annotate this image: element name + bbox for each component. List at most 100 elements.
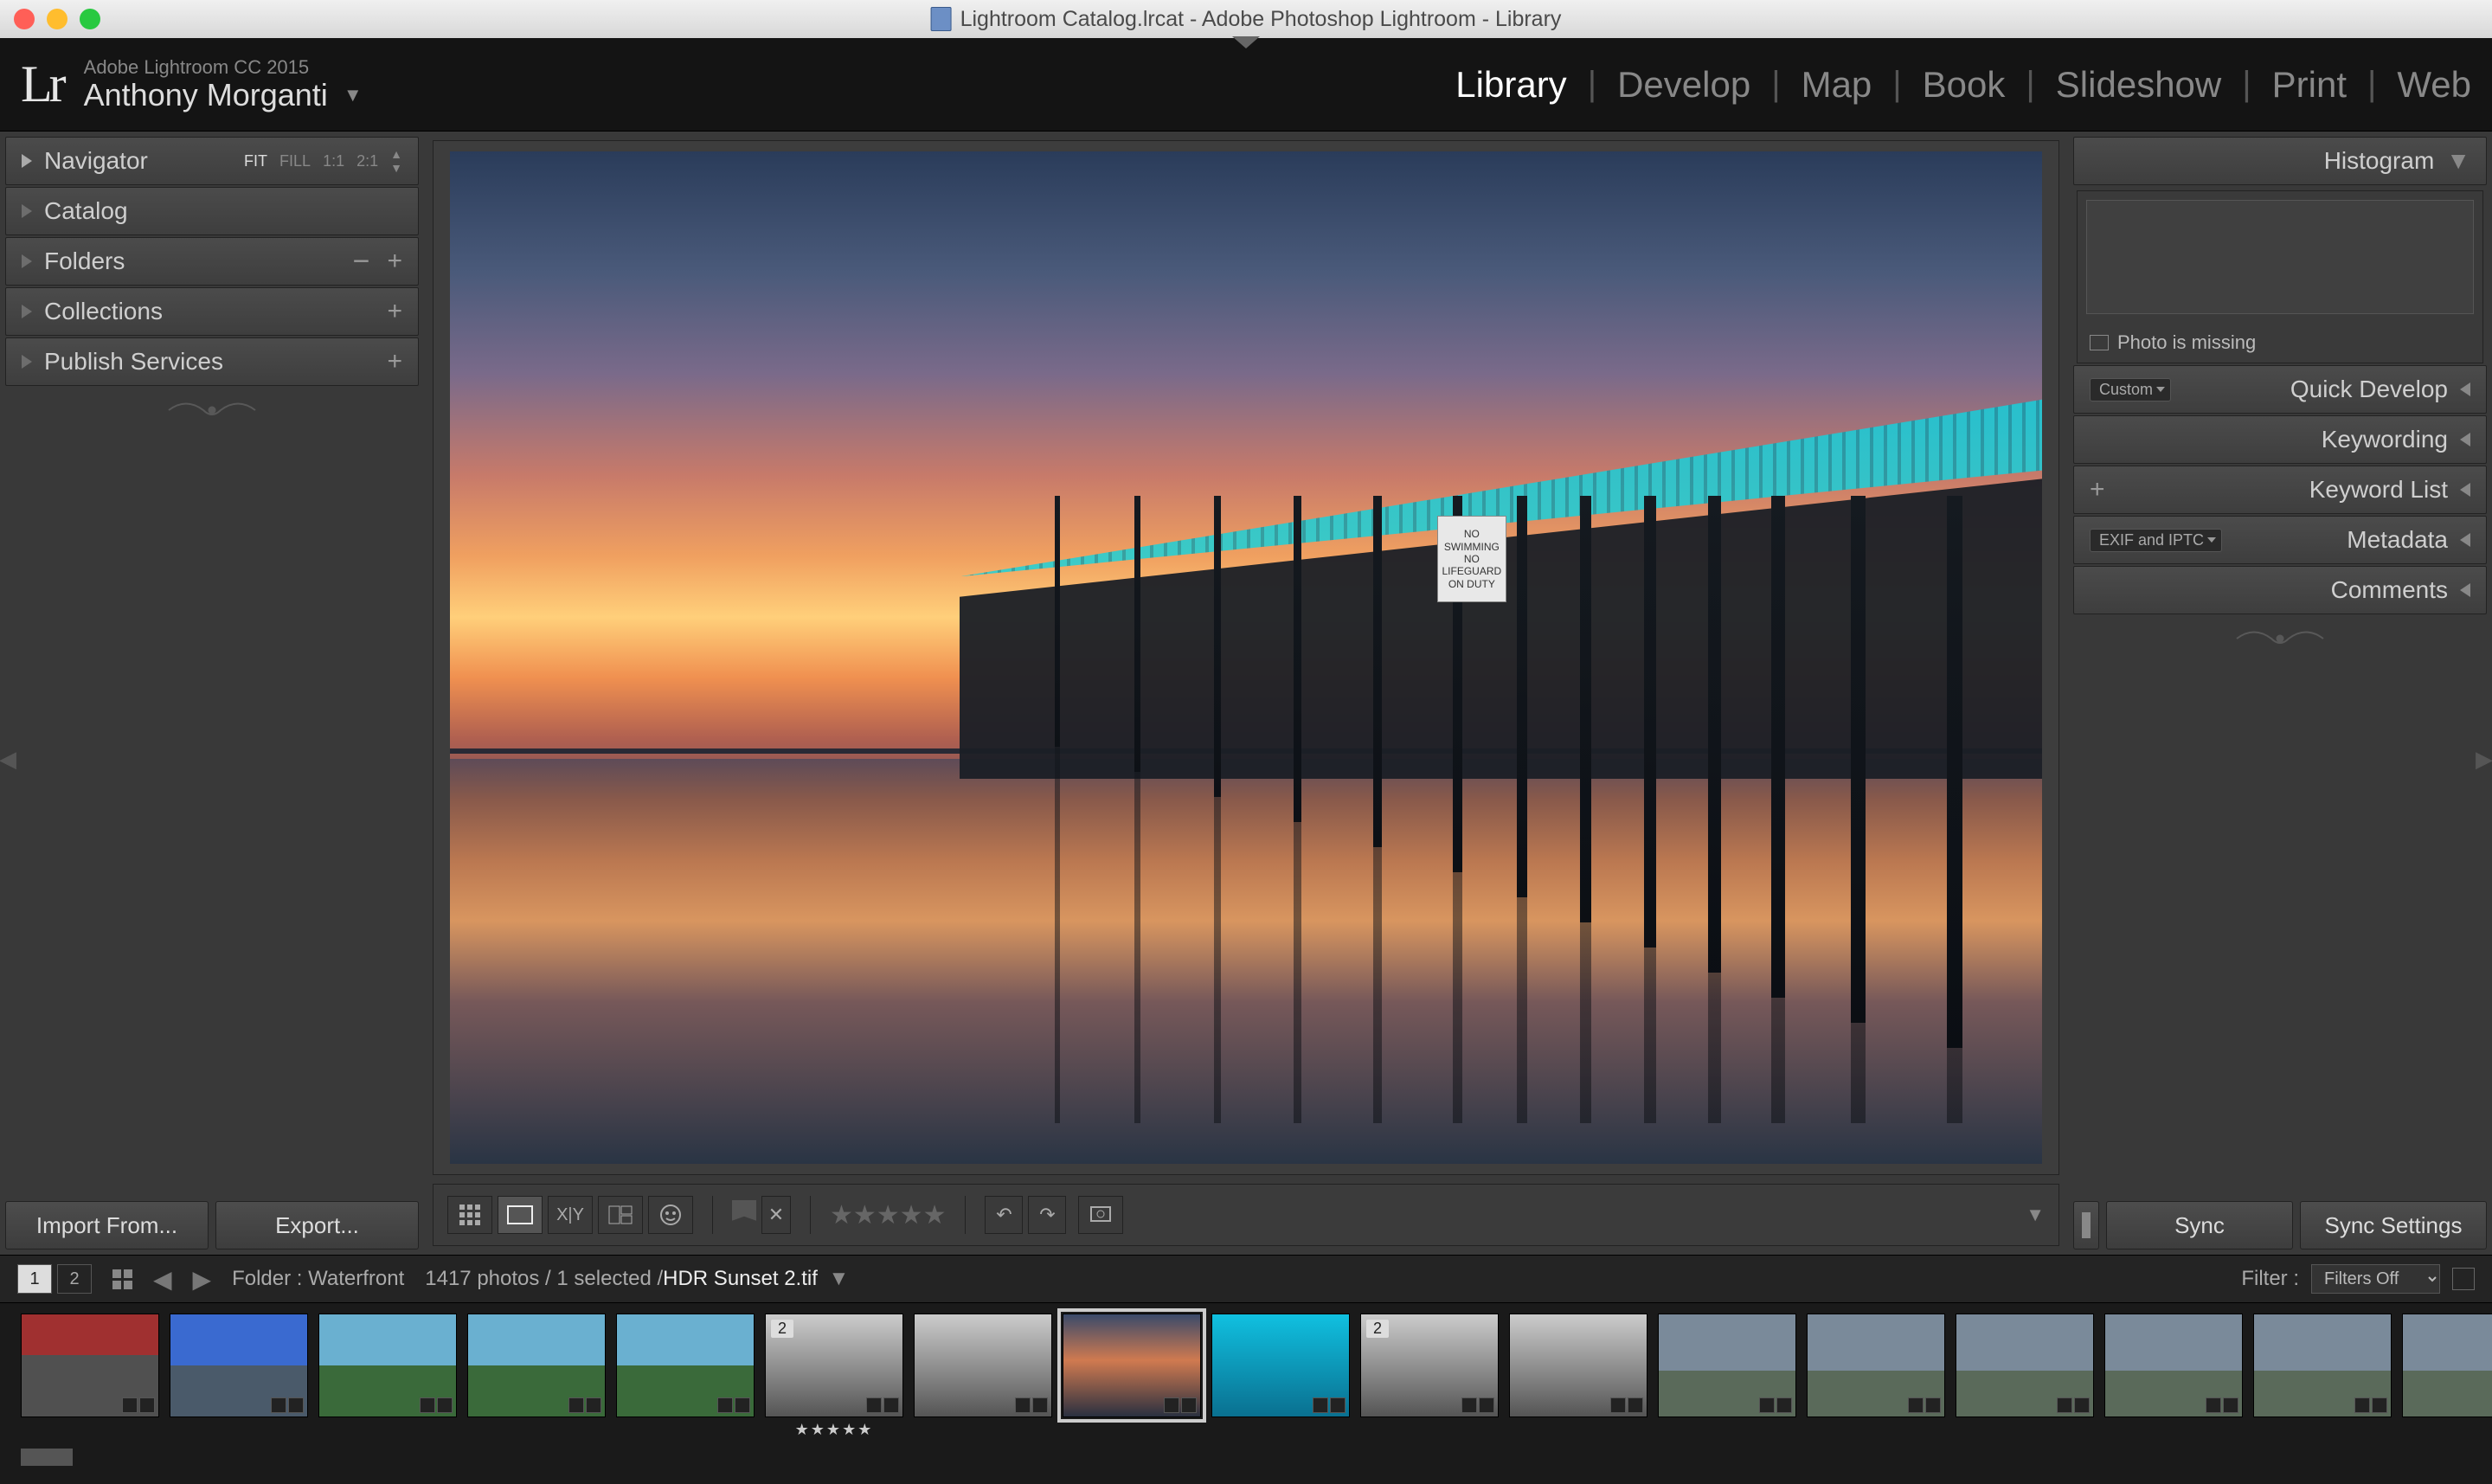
- quick-develop-preset-select[interactable]: Custom: [2090, 378, 2171, 402]
- slideshow-icon[interactable]: [1078, 1196, 1123, 1234]
- filmstrip-thumb[interactable]: [2253, 1314, 2392, 1417]
- right-panel-expander-icon[interactable]: ▶: [2476, 742, 2492, 777]
- filmstrip-thumb[interactable]: [1956, 1314, 2094, 1417]
- display-2[interactable]: 2: [57, 1264, 92, 1294]
- filmstrip-thumb[interactable]: 2: [765, 1314, 903, 1417]
- import-button[interactable]: Import From...: [5, 1201, 209, 1250]
- navigator-panel-header[interactable]: Navigator FIT FILL 1:1 2:1 ▲▼: [5, 137, 419, 185]
- module-map[interactable]: Map: [1802, 64, 1872, 106]
- nav-zoom-stepper-icon[interactable]: ▲▼: [390, 147, 402, 175]
- add-keyword-icon[interactable]: +: [2090, 475, 2105, 504]
- sync-switch-icon[interactable]: [2073, 1201, 2099, 1250]
- nav-forward-icon[interactable]: ▶: [193, 1265, 212, 1294]
- publish-panel-header[interactable]: Publish Services +: [5, 337, 419, 386]
- filmstrip-thumb[interactable]: [21, 1314, 159, 1417]
- add-publish-icon[interactable]: +: [387, 347, 402, 376]
- loupe-view[interactable]: NO SWIMMINGNO LIFEGUARDON DUTY: [433, 140, 2059, 1175]
- disclosure-icon: [2460, 583, 2470, 597]
- module-book[interactable]: Book: [1923, 64, 2006, 106]
- keyword-list-panel-header[interactable]: + Keyword List: [2073, 466, 2487, 514]
- histogram-menu-icon[interactable]: ▼: [2446, 147, 2470, 175]
- folders-panel-header[interactable]: Folders −+: [5, 237, 419, 286]
- module-print[interactable]: Print: [2272, 64, 2347, 106]
- metadata-label: Metadata: [2347, 526, 2448, 554]
- filmstrip-scrollbar[interactable]: [21, 1449, 2471, 1466]
- identity-plate[interactable]: Lr Adobe Lightroom CC 2015 Anthony Morga…: [21, 55, 363, 114]
- comments-panel-header[interactable]: Comments: [2073, 566, 2487, 614]
- thumb-badges: [1164, 1397, 1197, 1413]
- module-library[interactable]: Library: [1455, 64, 1566, 106]
- export-button[interactable]: Export...: [215, 1201, 419, 1250]
- module-slideshow[interactable]: Slideshow: [2056, 64, 2221, 106]
- filmstrip-thumb[interactable]: [2104, 1314, 2243, 1417]
- add-collection-icon[interactable]: +: [387, 297, 402, 326]
- toolbar-menu-icon[interactable]: ▼: [2026, 1204, 2045, 1226]
- filmstrip-thumb[interactable]: [1807, 1314, 1945, 1417]
- filter-lock-icon[interactable]: [2452, 1268, 2475, 1290]
- rotate-ccw-icon[interactable]: ↶: [985, 1196, 1023, 1234]
- filter-select[interactable]: Filters Off: [2311, 1264, 2440, 1294]
- grid-icon[interactable]: [112, 1269, 132, 1289]
- quick-develop-panel-header[interactable]: Custom Quick Develop: [2073, 365, 2487, 414]
- module-develop[interactable]: Develop: [1617, 64, 1750, 106]
- filmstrip-thumb[interactable]: [1509, 1314, 1647, 1417]
- people-view-button[interactable]: [648, 1196, 693, 1234]
- remove-folder-icon[interactable]: −: [353, 245, 370, 279]
- keywording-panel-header[interactable]: Keywording: [2073, 415, 2487, 464]
- display-1[interactable]: 1: [17, 1264, 52, 1294]
- nav-fit[interactable]: FIT: [244, 152, 267, 170]
- filmstrip-thumb[interactable]: [914, 1314, 1052, 1417]
- disclosure-icon: [2460, 433, 2470, 446]
- sync-button[interactable]: Sync: [2106, 1201, 2293, 1250]
- filmstrip-thumb[interactable]: 2: [1360, 1314, 1499, 1417]
- filmstrip-thumb[interactable]: [467, 1314, 606, 1417]
- nav-back-icon[interactable]: ◀: [153, 1265, 172, 1294]
- panel-end-ornament: [2073, 621, 2487, 656]
- grid-view-button[interactable]: [447, 1196, 492, 1234]
- filmstrip[interactable]: 22: [0, 1303, 2492, 1449]
- thumb-badges: [2206, 1397, 2238, 1413]
- source-path[interactable]: Folder : Waterfront: [232, 1267, 404, 1291]
- rating-stars[interactable]: ★★★★★: [830, 1200, 946, 1230]
- metadata-panel-header[interactable]: EXIF and IPTC Metadata: [2073, 516, 2487, 564]
- secondary-display-toggle[interactable]: 1 2: [17, 1264, 92, 1294]
- identity-menu-icon[interactable]: ▼: [344, 85, 363, 106]
- right-panel-actions: Sync Sync Settings: [2073, 1196, 2487, 1255]
- left-panel-expander-icon[interactable]: ◀: [0, 742, 16, 777]
- nav-1to1[interactable]: 1:1: [323, 152, 344, 170]
- add-folder-icon[interactable]: +: [387, 247, 402, 276]
- left-panel-actions: Import From... Export...: [5, 1196, 419, 1255]
- nav-2to1[interactable]: 2:1: [356, 152, 378, 170]
- collections-panel-header[interactable]: Collections +: [5, 287, 419, 336]
- app-header: Lr Adobe Lightroom CC 2015 Anthony Morga…: [0, 38, 2492, 132]
- filmstrip-thumb[interactable]: [1063, 1314, 1201, 1417]
- histogram-panel-header[interactable]: Histogram ▼: [2073, 137, 2487, 185]
- metadata-preset-select[interactable]: EXIF and IPTC: [2090, 529, 2222, 552]
- loupe-view-button[interactable]: [498, 1196, 543, 1234]
- source-menu-icon[interactable]: ▼: [829, 1267, 850, 1290]
- maximize-icon[interactable]: [80, 9, 100, 29]
- panel-notch-icon[interactable]: [1232, 36, 1260, 48]
- thumb-badges: [866, 1397, 899, 1413]
- nav-fill[interactable]: FILL: [279, 152, 311, 170]
- rotate-cw-icon[interactable]: ↷: [1028, 1196, 1066, 1234]
- filmstrip-thumb[interactable]: [318, 1314, 457, 1417]
- filmstrip-thumb[interactable]: [1211, 1314, 1350, 1417]
- thumb-badges: [1461, 1397, 1494, 1413]
- filmstrip-thumb[interactable]: [616, 1314, 755, 1417]
- survey-view-button[interactable]: [598, 1196, 643, 1234]
- thumb-badges: [1015, 1397, 1048, 1413]
- filmstrip-thumb[interactable]: [1658, 1314, 1796, 1417]
- missing-photo-icon: [2090, 335, 2109, 350]
- flag-pick-icon[interactable]: [732, 1200, 756, 1230]
- minimize-icon[interactable]: [47, 9, 67, 29]
- flag-reject-icon[interactable]: ✕: [761, 1196, 791, 1234]
- compare-view-button[interactable]: X|Y: [548, 1196, 593, 1234]
- close-icon[interactable]: [14, 9, 35, 29]
- thumb-badges: [1759, 1397, 1792, 1413]
- filmstrip-thumb[interactable]: [170, 1314, 308, 1417]
- sync-settings-button[interactable]: Sync Settings: [2300, 1201, 2487, 1250]
- filmstrip-thumb[interactable]: [2402, 1314, 2492, 1417]
- catalog-panel-header[interactable]: Catalog: [5, 187, 419, 235]
- module-web[interactable]: Web: [2397, 64, 2471, 106]
